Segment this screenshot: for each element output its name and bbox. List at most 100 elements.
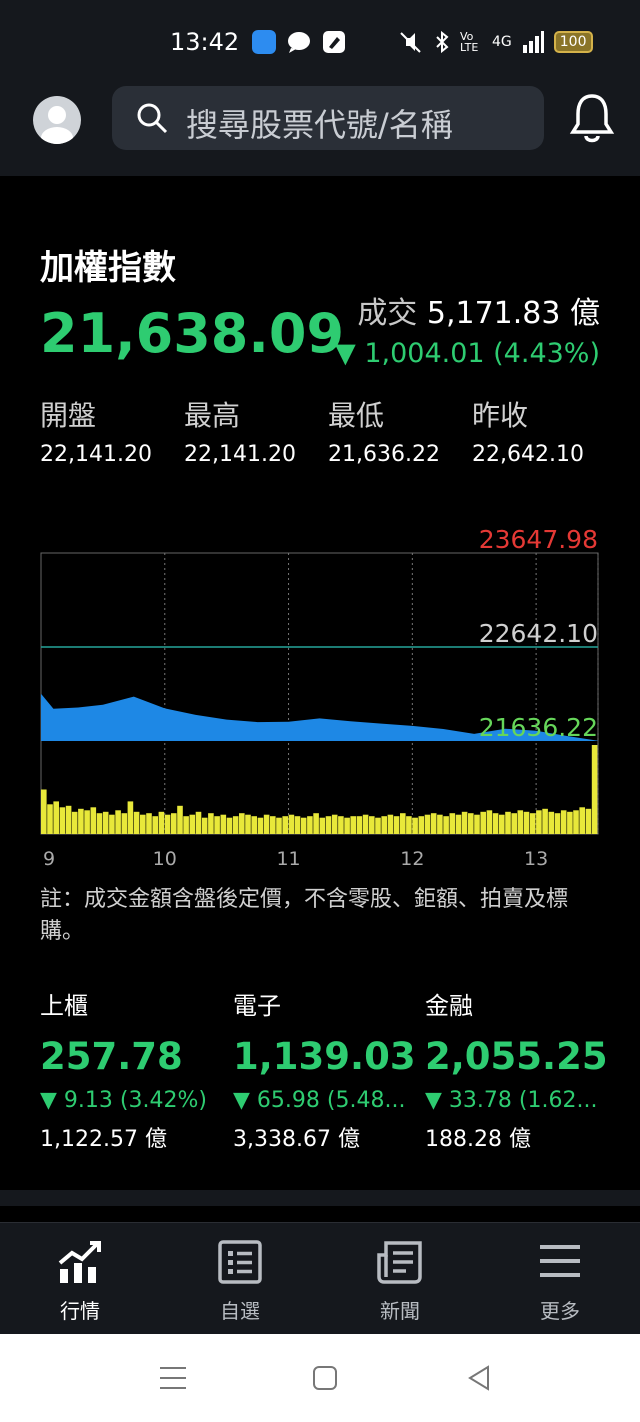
volume-bar [548,811,555,835]
volume-bar [133,811,140,835]
prev-close-label: 22642.10 [479,619,598,648]
volume-bar [158,811,165,835]
volume-bar [47,804,53,834]
notification-bell-icon[interactable] [568,92,616,144]
ohlc-value: 21,636.22 [328,442,440,467]
search-placeholder: 搜尋股票代號/名稱 [186,106,453,144]
back-icon[interactable] [464,1363,494,1393]
user-icon [41,106,73,144]
volume-bar [109,814,115,834]
nav-more[interactable]: 更多 [500,1239,620,1324]
volume-bar [71,811,78,835]
app-header: 搜尋股票代號/名稱 [0,86,640,176]
nav-label: 新聞 [380,1299,420,1323]
sub-index-volume: 1,122.57 億 [40,1127,167,1152]
volume-bar [449,813,456,834]
sub-index-change: ▼ 65.98 (5.48... [233,1088,406,1113]
nav-market[interactable]: 行情 [20,1239,140,1324]
ohlc-label: 最高 [184,399,241,432]
volume-bar [517,810,524,834]
sub-index-name: 電子 [233,992,281,1020]
ohlc-label: 昨收 [472,399,529,432]
recent-apps-icon[interactable] [158,1363,188,1393]
chart-frame [40,552,599,835]
volume-bar [591,745,598,834]
volume-bar [239,813,245,834]
ohlc-value: 22,642.10 [472,442,584,467]
volume-bar [276,817,282,834]
volume-bar [127,801,134,834]
volume-bar [294,816,301,834]
watchlist-icon [218,1240,262,1284]
home-icon[interactable] [310,1363,340,1393]
volume-bar [585,808,592,834]
ohlc-label: 開盤 [40,399,97,432]
volume-bar [400,813,406,834]
low-label: 21636.22 [479,713,598,742]
volume-bar [270,816,276,834]
avatar[interactable] [33,96,81,144]
volume-bar [307,816,313,834]
nav-watchlist[interactable]: 自選 [180,1239,300,1324]
index-volume: 成交 5,171.83 億 [357,288,600,332]
sub-index-name: 金融 [425,992,473,1020]
volume-bar [424,814,431,834]
volume-bar [220,814,227,834]
sub-index-name: 上櫃 [40,992,88,1020]
ohlc-label: 最低 [328,399,385,432]
volume-bar [183,816,189,834]
volume-bar [418,816,425,834]
volume-bar [455,814,462,834]
volume-bar [115,810,121,834]
chat-bubble-icon [288,32,310,53]
volume-bar [41,789,47,834]
volume-bar [208,813,214,834]
sub-index-value: 1,139.03 [233,1035,416,1078]
sub-index-otc[interactable]: 上櫃 257.78 ▼ 9.13 (3.42%) 1,122.57 億 [40,986,230,1153]
system-status-icons: Vo LTE 4G 100 [398,30,593,54]
volume-note: 註：成交金額含盤後定價，不含零股、鉅額、拍賣及標購。 [40,887,569,944]
volume-bar [344,817,350,834]
volume-bar [189,814,196,834]
volume-bar [381,816,387,834]
volume-bar [90,807,97,834]
edit-app-icon [323,31,345,53]
volume-bar [78,808,84,834]
sub-index-electronics[interactable]: 電子 1,139.03 ▼ 65.98 (5.48... 3,338.67 億 [233,986,423,1153]
volume-bar [579,807,585,834]
sub-index-value: 2,055.25 [425,1035,608,1078]
nav-label: 自選 [220,1299,260,1323]
volume-bar [152,816,158,834]
volume-bar [356,816,363,834]
bottom-navigation: 行情 自選 新聞 更多 [0,1222,640,1334]
news-icon [377,1241,422,1284]
battery-indicator: 100 [553,31,593,53]
status-bar: 13:42 Vo LTE 4G 100 [0,0,640,86]
index-change: ▼ 1,004.01 (4.43%) [334,338,600,369]
bluetooth-icon [436,30,449,54]
sub-index-finance[interactable]: 金融 2,055.25 ▼ 33.78 (1.62... 188.28 億 [425,986,615,1153]
volume-bar [412,817,418,834]
search-input[interactable]: 搜尋股票代號/名稱 [112,86,544,150]
volume-bar [195,811,202,835]
volume-bar [486,810,493,834]
sub-index-change: ▼ 33.78 (1.62... [425,1088,598,1113]
x-tick-label: 13 [524,848,548,870]
nav-label: 更多 [540,1299,580,1323]
volume-bar [282,816,288,834]
nav-news[interactable]: 新聞 [340,1239,460,1324]
volume-bar [529,813,536,834]
volume-bar [350,816,356,834]
sub-index-volume: 3,338.67 億 [233,1127,360,1152]
volume-bar [573,810,579,834]
ohlc-prev-close: 昨收 22,642.10 [472,394,584,467]
volume-bar [171,813,177,834]
signal-icon [522,31,544,53]
intraday-chart[interactable]: 9 10 11 12 13 23647.98 22642.10 21636.22 [0,520,640,880]
ohlc-low: 最低 21,636.22 [328,394,440,467]
volume-bar [375,817,381,834]
volume-bar [338,816,344,834]
x-tick-label: 11 [276,848,300,870]
volume-bar [393,816,400,834]
volume-bar [96,813,103,834]
